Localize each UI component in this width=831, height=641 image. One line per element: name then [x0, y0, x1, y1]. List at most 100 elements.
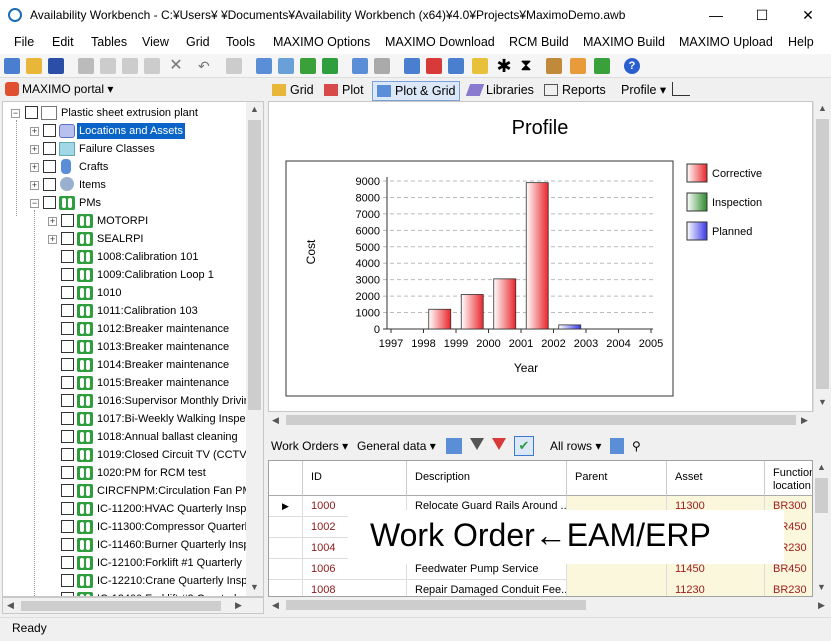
tree-item-pm[interactable]: 1016:Supervisor Monthly Drivin: [3, 392, 263, 410]
collapse-toggle[interactable]: −: [30, 199, 39, 208]
tree-item-pm[interactable]: + MOTORPI: [3, 212, 263, 230]
work-orders-dropdown[interactable]: Work Orders ▾: [271, 439, 348, 453]
tree-checkbox[interactable]: [61, 232, 74, 245]
menu-tools[interactable]: Tools: [226, 35, 255, 49]
tree-item-pm[interactable]: IC-11460:Burner Quarterly Insp: [3, 536, 263, 554]
menu-maximo-download[interactable]: MAXIMO Download: [385, 35, 495, 49]
tree-item-pm[interactable]: 1013:Breaker maintenance: [3, 338, 263, 356]
tree-root[interactable]: − Plastic sheet extrusion plant: [3, 104, 243, 122]
column-header-function-location[interactable]: Function location: [765, 461, 812, 496]
minimize-button[interactable]: —: [693, 0, 739, 30]
tree-checkbox[interactable]: [61, 250, 74, 263]
duplicate-icon[interactable]: [226, 58, 242, 74]
general-data-dropdown[interactable]: General data ▾: [357, 439, 436, 453]
menu-tables[interactable]: Tables: [91, 35, 127, 49]
tree-item-locations[interactable]: + Locations and Assets: [3, 122, 243, 140]
profile-dropdown[interactable]: Profile ▾: [617, 81, 670, 101]
import-icon[interactable]: [256, 58, 272, 74]
tree-checkbox[interactable]: [61, 214, 74, 227]
trend-chart-icon[interactable]: [672, 82, 690, 96]
stop-icon[interactable]: [426, 58, 442, 74]
tree-item-pm[interactable]: 1008:Calibration 101: [3, 248, 263, 266]
close-button[interactable]: ✕: [785, 0, 831, 30]
grid-vertical-scrollbar[interactable]: ▲ ▼: [813, 460, 830, 597]
tree-item-pm[interactable]: 1010: [3, 284, 263, 302]
tree-item-failure-classes[interactable]: + Failure Classes: [3, 140, 243, 158]
menu-help[interactable]: Help: [788, 35, 814, 49]
column-header-asset[interactable]: Asset: [667, 461, 765, 496]
tree-checkbox[interactable]: [61, 268, 74, 281]
menu-file[interactable]: File: [14, 35, 34, 49]
tree-item-pm[interactable]: 1014:Breaker maintenance: [3, 356, 263, 374]
menu-grid[interactable]: Grid: [186, 35, 210, 49]
expand-toggle[interactable]: +: [30, 127, 39, 136]
tree-item-pm[interactable]: 1020:PM for RCM test: [3, 464, 263, 482]
help-icon[interactable]: ?: [624, 58, 640, 74]
menu-edit[interactable]: Edit: [52, 35, 74, 49]
tree-checkbox[interactable]: [61, 304, 74, 317]
tree-horizontal-scrollbar[interactable]: ◀ ▶: [2, 597, 264, 614]
tree-checkbox[interactable]: [61, 574, 74, 587]
menu-rcm-build[interactable]: RCM Build: [509, 35, 569, 49]
menu-maximo-upload[interactable]: MAXIMO Upload: [679, 35, 773, 49]
clear-filter-icon[interactable]: [492, 438, 506, 450]
tree-checkbox[interactable]: [61, 322, 74, 335]
tree-vertical-scrollbar[interactable]: ▲ ▼: [246, 102, 263, 596]
tree-item-pm[interactable]: 1015:Breaker maintenance: [3, 374, 263, 392]
tree-item-pm[interactable]: 1017:Bi-Weekly Walking Inspec: [3, 410, 263, 428]
chart-horizontal-scrollbar[interactable]: ◀ ▶: [268, 412, 813, 429]
copy-icon[interactable]: [100, 58, 116, 74]
tree-item-pm[interactable]: IC-12400:Forklift #2 Quarterly In: [3, 590, 263, 596]
grid-settings-icon[interactable]: [446, 438, 462, 454]
tree-checkbox[interactable]: [43, 196, 56, 209]
cell-asset[interactable]: 11230: [667, 580, 765, 596]
tree-checkbox[interactable]: [61, 340, 74, 353]
tree-checkbox[interactable]: [43, 124, 56, 137]
tree-item-pm[interactable]: + SEALRPI: [3, 230, 263, 248]
tree-item-pm[interactable]: 1018:Annual ballast cleaning: [3, 428, 263, 446]
tree-item-pm[interactable]: IC-11200:HVAC Quarterly Insp: [3, 500, 263, 518]
tree-checkbox[interactable]: [61, 556, 74, 569]
paste-icon[interactable]: [122, 58, 138, 74]
row-details-icon[interactable]: [610, 438, 624, 454]
open-folder-icon[interactable]: [26, 58, 42, 74]
undo-icon[interactable]: ↶: [198, 58, 214, 74]
expand-toggle[interactable]: +: [48, 235, 57, 244]
tree-checkbox[interactable]: [61, 538, 74, 551]
expand-toggle[interactable]: +: [30, 181, 39, 190]
maximo-portal-dropdown[interactable]: MAXIMO portal ▾: [22, 82, 113, 96]
tree-checkbox[interactable]: [61, 358, 74, 371]
tab-libraries[interactable]: Libraries: [464, 81, 538, 101]
expand-toggle[interactable]: +: [30, 163, 39, 172]
filter-icon[interactable]: [470, 438, 484, 450]
tree-checkbox[interactable]: [43, 160, 56, 173]
tree-checkbox[interactable]: [61, 286, 74, 299]
new-icon[interactable]: [4, 58, 20, 74]
tree-item-crafts[interactable]: + Crafts: [3, 158, 243, 176]
menu-maximo-options[interactable]: MAXIMO Options: [273, 35, 370, 49]
checklist-icon[interactable]: [594, 58, 610, 74]
cell-description[interactable]: Repair Damaged Conduit Fee...: [407, 580, 567, 596]
column-header-parent[interactable]: Parent: [567, 461, 667, 496]
tree-item-items[interactable]: + Items: [3, 176, 243, 194]
bar-corrective-2001[interactable]: [525, 182, 549, 330]
column-header-id[interactable]: ID: [303, 461, 407, 496]
expand-toggle[interactable]: +: [48, 217, 57, 226]
refresh-icon[interactable]: [352, 58, 368, 74]
tab-plot-grid[interactable]: Plot & Grid: [372, 81, 461, 101]
bar-corrective-1999[interactable]: [460, 294, 484, 330]
tree-checkbox[interactable]: [43, 142, 56, 155]
cell-function-location[interactable]: BR230: [765, 580, 812, 596]
save-icon[interactable]: [48, 58, 64, 74]
tree-item-pm[interactable]: 1019:Closed Circuit TV (CCTV): [3, 446, 263, 464]
tree-checkbox[interactable]: [61, 520, 74, 533]
report-icon[interactable]: [278, 58, 294, 74]
tree-item-pm[interactable]: IC-12210:Crane Quarterly Inspe: [3, 572, 263, 590]
tree-item-pm[interactable]: 1012:Breaker maintenance: [3, 320, 263, 338]
cut-icon[interactable]: [78, 58, 94, 74]
tab-reports[interactable]: Reports: [540, 81, 610, 101]
tree-item-pm[interactable]: 1009:Calibration Loop 1: [3, 266, 263, 284]
bar-corrective-2000[interactable]: [493, 278, 517, 330]
table-row[interactable]: 1008 Repair Damaged Conduit Fee... 11230 BR…: [269, 580, 812, 596]
tab-plot[interactable]: Plot: [320, 81, 368, 101]
